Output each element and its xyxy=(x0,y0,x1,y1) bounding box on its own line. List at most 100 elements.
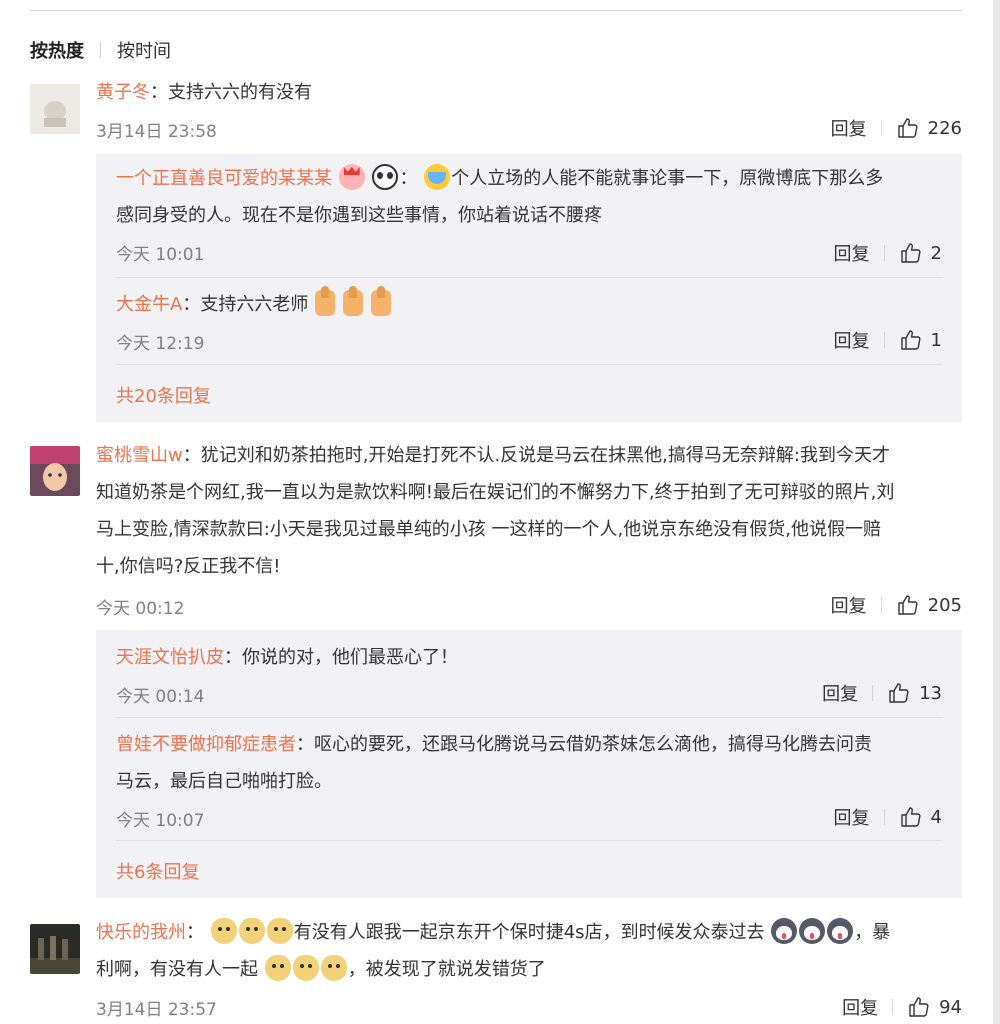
reply-actions: 回复 13 xyxy=(822,680,942,706)
reply-button[interactable]: 回复 xyxy=(834,240,870,266)
name-separator: ： xyxy=(186,922,204,943)
reply-button[interactable]: 回复 xyxy=(842,994,878,1020)
like-button[interactable]: 1 xyxy=(899,328,942,352)
name-separator: ： xyxy=(224,647,242,668)
username-link[interactable]: 一个正直善良可爱的某某某 xyxy=(116,168,332,189)
doge-emoji-icon xyxy=(264,955,291,981)
reply-button[interactable]: 回复 xyxy=(822,680,858,706)
sort-by-time-tab[interactable]: 按时间 xyxy=(117,37,171,63)
thumbs-up-icon xyxy=(900,807,921,827)
name-separator: ： xyxy=(296,734,314,755)
thumbs-up-icon xyxy=(900,330,921,350)
crying-laugh-emoji-icon xyxy=(424,164,451,190)
avatar-image xyxy=(30,84,80,134)
avatar-image xyxy=(30,924,80,974)
action-divider xyxy=(880,597,882,613)
comment-text-line-1b: ，暴 xyxy=(854,922,891,943)
comment-timestamp: 3月14日 23:58 xyxy=(96,122,217,142)
like-button[interactable]: 2 xyxy=(899,241,942,265)
action-divider xyxy=(872,685,874,701)
name-separator: ： xyxy=(150,82,168,103)
reply-actions: 回复 1 xyxy=(834,327,942,353)
thumbs-up-icon xyxy=(897,118,918,138)
comment-text-line-1a: 有没有人跟我一起京东开个保时捷4s店，到时候发众泰过去 xyxy=(293,922,765,943)
comment-body: 快乐的我州： 有没有人跟我一起京东开个保时捷4s店，到时候发众泰过去 ，暴 利啊… xyxy=(96,914,966,988)
like-count: 13 xyxy=(919,682,942,704)
sort-by-hot-tab[interactable]: 按热度 xyxy=(30,37,84,63)
doge-emoji-icon xyxy=(292,955,319,981)
panda-emoji-icon xyxy=(372,164,399,190)
name-separator: ： xyxy=(399,168,418,189)
reply-timestamp: 今天 00:14 xyxy=(116,687,205,707)
comment-text: 支持六六的有没有 xyxy=(168,82,312,103)
comment-text-line-4: 十,你信吗?反正我不信! xyxy=(96,556,281,577)
comment-actions: 回复 205 xyxy=(831,592,962,618)
husky-emoji-icon xyxy=(827,918,854,944)
reply-box: 天涯文怡扒皮：你说的对，他们最恶心了！ 今天 00:14 回复 13 曾娃不要做… xyxy=(96,630,962,898)
sort-tabs: 按热度 按时间 xyxy=(30,36,171,64)
action-divider xyxy=(892,999,894,1015)
reply-divider xyxy=(116,277,942,278)
like-count: 226 xyxy=(927,117,962,139)
reply-timestamp: 今天 10:01 xyxy=(116,245,205,265)
tab-divider xyxy=(100,42,101,58)
like-button[interactable]: 94 xyxy=(907,995,962,1019)
husky-emoji-icon xyxy=(771,918,798,944)
thumbs-up-emoji-icon xyxy=(342,286,363,316)
username-link[interactable]: 大金牛A xyxy=(116,294,182,315)
avatar[interactable] xyxy=(30,924,80,974)
comment-body: 蜜桃雪山w：犹记刘和奶茶拍拖时,开始是打死不认.反说是马云在抹黑他,搞得马无奈辩… xyxy=(96,437,966,585)
reply-body: 一个正直善良可爱的某某某 ： 个人立场的人能不能就事论事一下，原微博底下那么多 … xyxy=(116,160,883,234)
reply-body: 曾娃不要做抑郁症患者：呕心的要死，还跟马化腾说马云借奶茶妹怎么滴他，搞得马化腾去… xyxy=(116,726,872,800)
like-button[interactable]: 4 xyxy=(899,805,942,829)
comment-text-line-2: 知道奶茶是个网红,我一直以为是款饮料啊!最后在娱记们的不懈努力下,终于拍到了无可… xyxy=(96,482,895,503)
username-link[interactable]: 曾娃不要做抑郁症患者 xyxy=(116,734,296,755)
reply-actions: 回复 4 xyxy=(834,804,942,830)
view-all-replies-link[interactable]: 共6条回复 xyxy=(116,858,199,884)
action-divider xyxy=(883,332,885,348)
doge-emoji-icon xyxy=(238,918,265,944)
thumbs-up-emoji-icon xyxy=(315,286,336,316)
reply-divider xyxy=(116,717,942,718)
username-link[interactable]: 天涯文怡扒皮 xyxy=(116,647,224,668)
thumbs-up-icon xyxy=(909,997,929,1017)
doge-emoji-icon xyxy=(266,918,293,944)
thumbs-up-icon xyxy=(889,683,909,703)
like-count: 1 xyxy=(930,329,942,351)
reply-button[interactable]: 回复 xyxy=(834,804,870,830)
doge-emoji-icon xyxy=(320,955,347,981)
action-divider xyxy=(883,245,885,261)
comment-text-line-2b: ，被发现了就说发错货了 xyxy=(347,959,546,980)
view-all-replies-link[interactable]: 共20条回复 xyxy=(116,382,211,408)
username-link[interactable]: 蜜桃雪山w xyxy=(96,445,183,466)
crown-emoji-icon xyxy=(338,164,365,190)
reply-actions: 回复 2 xyxy=(834,240,942,266)
avatar-image xyxy=(30,446,80,496)
reply-text: 支持六六老师 xyxy=(200,294,309,315)
comment-timestamp: 3月14日 23:57 xyxy=(96,1000,217,1020)
like-count: 2 xyxy=(930,242,942,264)
comment-body: 黄子冬：支持六六的有没有 xyxy=(96,74,312,111)
comment-text-line-1: 犹记刘和奶茶拍拖时,开始是打死不认.反说是马云在抹黑他,搞得马无奈辩解:我到今天… xyxy=(200,445,890,466)
username-link[interactable]: 黄子冬 xyxy=(96,82,150,103)
like-count: 4 xyxy=(930,806,942,828)
page-scrollbar-track xyxy=(993,0,1000,1024)
avatar[interactable] xyxy=(30,446,80,496)
username-link[interactable]: 快乐的我州 xyxy=(96,922,186,943)
reply-text-line-1: 个人立场的人能不能就事论事一下，原微博底下那么多 xyxy=(451,168,884,189)
comment-text-line-2a: 利啊，有没有人一起 xyxy=(96,959,258,980)
comment-timestamp: 今天 00:12 xyxy=(96,599,185,619)
like-button[interactable]: 13 xyxy=(887,681,942,705)
like-count: 94 xyxy=(939,996,962,1018)
like-button[interactable]: 205 xyxy=(896,593,962,617)
reply-button[interactable]: 回复 xyxy=(834,327,870,353)
reply-button[interactable]: 回复 xyxy=(831,115,867,141)
reply-body: 大金牛A：支持六六老师 xyxy=(116,286,392,323)
reply-divider xyxy=(116,840,942,841)
reply-text-line-2: 马云，最后自己啪啪打脸。 xyxy=(116,771,332,792)
reply-body: 天涯文怡扒皮：你说的对，他们最恶心了！ xyxy=(116,639,458,676)
avatar[interactable] xyxy=(30,84,80,134)
like-button[interactable]: 226 xyxy=(896,116,962,140)
husky-emoji-icon xyxy=(799,918,826,944)
reply-button[interactable]: 回复 xyxy=(831,592,867,618)
